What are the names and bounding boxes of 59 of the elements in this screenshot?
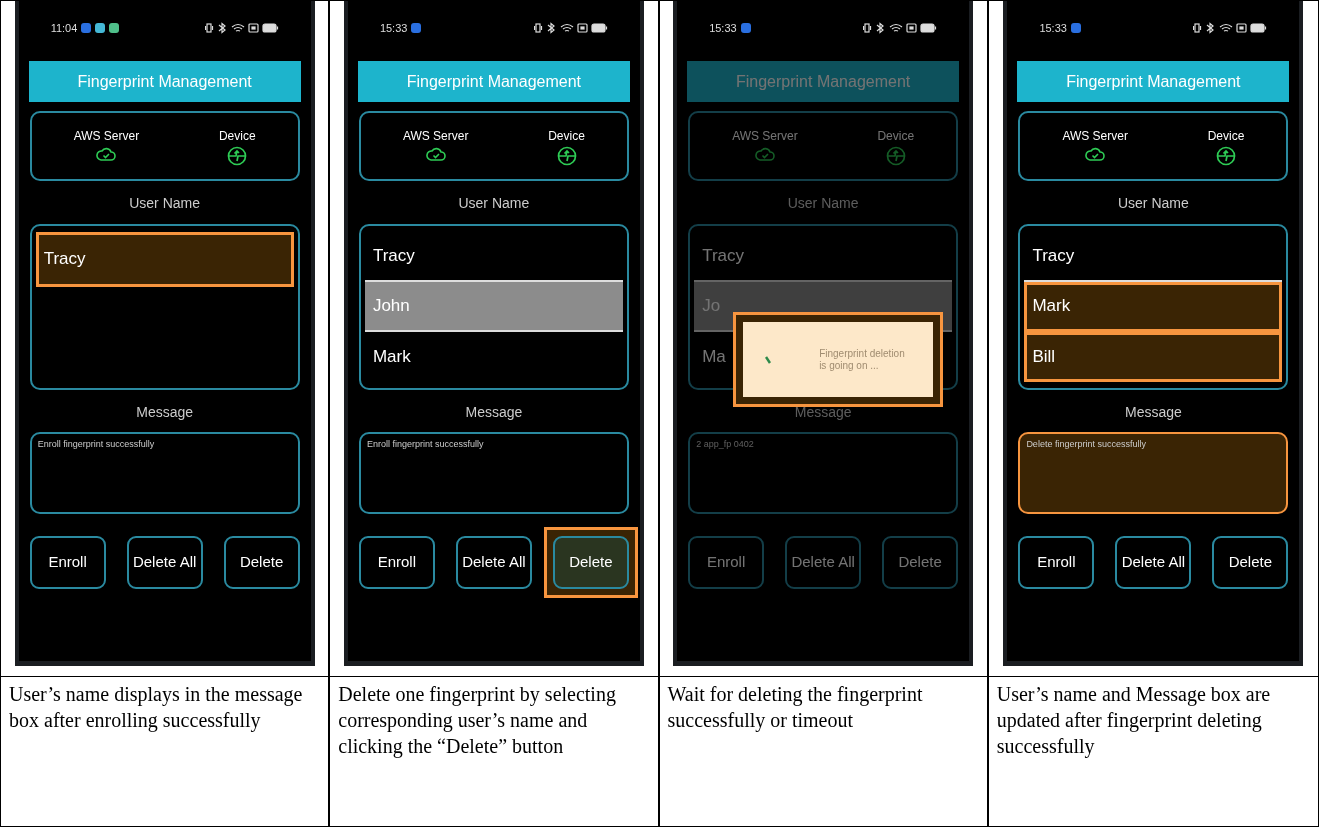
server-label: AWS Server	[1062, 128, 1128, 145]
action-button[interactable]: Delete	[1212, 536, 1289, 589]
cloud-check-icon	[96, 147, 117, 161]
user-row[interactable]: Mark	[364, 332, 623, 382]
action-button[interactable]: Delete	[882, 536, 959, 589]
user-name-label: User Name	[786, 194, 860, 213]
server-label: AWS Server	[402, 128, 469, 145]
caption-text: User’s name and Message box are updated after fingerprint deleting successfully	[996, 682, 1272, 759]
cloud-check-icon	[1085, 147, 1106, 161]
user-name-label: User Name	[1116, 194, 1190, 213]
sync-circle-icon	[556, 146, 577, 166]
server-label: AWS Server	[73, 128, 140, 145]
server-label: AWS Server	[732, 128, 798, 145]
sync-circle-icon	[227, 146, 248, 166]
title-bar: Fingerprint Management	[1017, 61, 1290, 102]
caption-text: Delete one fingerprint by selecting corresponding user’s name and clicking the “Delete” button	[338, 682, 617, 759]
action-button[interactable]: Delete	[552, 536, 629, 589]
message-label: Message	[135, 403, 195, 422]
user-row[interactable]: Bill	[1024, 332, 1283, 382]
user-row[interactable]: Tracy	[35, 232, 294, 287]
user-name-label: User Name	[457, 194, 531, 213]
status-time: 15:33	[379, 20, 408, 36]
device-label: Device	[218, 128, 256, 145]
user-row[interactable]: Tracy	[694, 232, 953, 283]
title-bar: Fingerprint Management	[28, 61, 301, 102]
progress-text: Fingerprint deletion is going on ...	[819, 347, 906, 372]
action-button[interactable]: Delete	[223, 536, 300, 589]
message-box: 2 app_fp 0402	[688, 432, 959, 514]
sync-circle-icon	[885, 146, 906, 166]
title-bar: Fingerprint Management	[687, 61, 960, 102]
message-label: Message	[793, 403, 853, 422]
action-button[interactable]: Enroll	[1018, 536, 1095, 589]
action-button[interactable]: Enroll	[688, 536, 765, 589]
device-label: Device	[877, 128, 915, 145]
device-label: Device	[1207, 128, 1245, 145]
device-label: Device	[548, 128, 585, 145]
message-box: Enroll fingerprint successfully	[358, 432, 629, 514]
status-time: 15:33	[1039, 20, 1067, 36]
cloud-check-icon	[754, 147, 775, 161]
action-button[interactable]: Delete All	[126, 536, 203, 589]
sync-circle-icon	[1216, 146, 1237, 166]
message-label: Message	[464, 403, 524, 422]
cloud-check-icon	[425, 147, 446, 161]
status-time: 15:33	[709, 20, 737, 36]
status-time: 11:04	[50, 20, 78, 36]
user-row[interactable]: Mark	[1024, 282, 1283, 333]
action-button[interactable]: Delete All	[1115, 536, 1192, 589]
message-box: Enroll fingerprint successfully	[29, 432, 300, 514]
action-button[interactable]: Delete All	[455, 536, 532, 589]
action-button[interactable]: Enroll	[358, 536, 435, 589]
caption-text: Wait for deleting the fingerprint successfully or timeout	[667, 682, 924, 733]
user-name-label: User Name	[128, 194, 201, 213]
action-button[interactable]: Enroll	[29, 536, 106, 589]
caption-text: User’s name displays in the message box after enrolling successfully	[9, 682, 304, 733]
title-bar: Fingerprint Management	[357, 61, 630, 102]
message-box: Delete fingerprint successfully	[1018, 432, 1289, 514]
action-button[interactable]: Delete All	[785, 536, 862, 589]
spinner-icon	[765, 355, 772, 364]
message-label: Message	[1123, 403, 1183, 422]
